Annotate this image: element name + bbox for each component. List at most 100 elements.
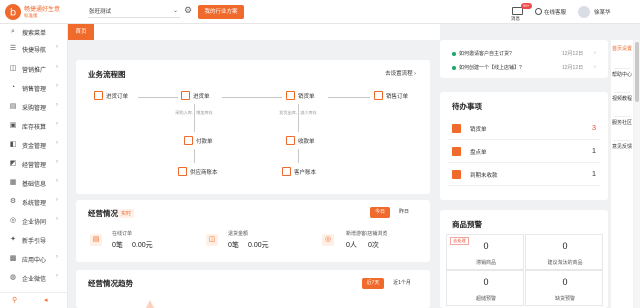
avatar[interactable] [578,6,590,18]
company-select[interactable]: 张旺测试 ⌄ [88,7,180,18]
warning-label: 滞销商品 [475,260,496,266]
stat-amount: 0.00元 [132,242,153,249]
svg-text:b: b [10,8,16,19]
shortcut-icon: ☰ [9,45,17,52]
scrollbar-thumb[interactable] [635,42,639,102]
chevron-right-icon[interactable]: › [594,50,596,56]
flow-node-customer-ledger[interactable]: 客户账本 [282,167,316,179]
sidebar-item-collaboration[interactable]: ◎ 企业协同 › [0,213,68,230]
todo-item[interactable]: 盘点单 1 [448,141,600,163]
sidebar-item-wechat[interactable]: ◍ 企业微信 › [0,270,68,287]
messages-label[interactable]: 消息 [511,16,520,22]
sidebar-item-label: 采购管理 [22,106,47,112]
company-name: 张旺测试 [89,9,112,15]
online-service-link[interactable]: 在线客服 [544,8,566,16]
industry-solution-button[interactable]: 我的行业方案 [198,5,244,19]
flow-connector [298,149,299,163]
headset-icon[interactable] [535,8,542,15]
sidebar-item-search[interactable]: ⌕ 搜索菜单 [0,24,68,41]
flow-settings-link[interactable]: 去设置流程 › [385,69,416,77]
flow-node-sales-out[interactable]: 销货单 [286,91,315,103]
sidebar-item-purchase[interactable]: ▤ 采购管理 › [0,99,68,116]
flow-node-label: 供应商账本 [190,170,218,176]
collapse-icon[interactable]: ◂ [44,296,48,304]
yesterday-toggle[interactable]: 昨日 [394,207,414,218]
flow-node-payment[interactable]: 付款单 [184,136,213,148]
sidebar-item-guide[interactable]: ✦ 新手引导 [0,232,68,249]
network-icon: ◎ [9,217,17,224]
sidebar-item-inventory[interactable]: ▣ 库存核算 › [0,118,68,135]
notice-item[interactable]: 如何创建一个【线上店铺】? [452,64,522,71]
tab-home[interactable]: 首页 [68,24,94,40]
warning-label: 超储预警 [475,296,496,302]
gear-icon: ⚙ [9,198,17,205]
page-scrollbar[interactable] [634,40,640,308]
chevron-right-icon: › [56,102,58,108]
warning-eliminate[interactable]: 0 建议淘汰的商品 [525,234,603,270]
order-icon: ▤ [90,234,102,246]
gear-icon[interactable]: ⚙ [184,6,193,15]
todo-item[interactable]: 销货单 3 [448,118,600,140]
status-title: 经营情况 [88,209,118,218]
chevron-right-icon: › [56,121,58,127]
sidebar-item-operations[interactable]: ◩ 经营管理 › [0,156,68,173]
brand-name: 畅捷通好生意 [24,7,61,13]
username[interactable]: 徐某华 [594,8,611,16]
notice-date: 12月12日 [562,65,584,71]
cart-icon: ▤ [9,103,17,110]
sidebar-item-funds[interactable]: ◧ 资金管理 › [0,137,68,154]
warning-title: 商品预警 [452,220,482,229]
ledger-icon [178,167,187,177]
flow-connector [298,104,299,132]
flow-node-purchase-order[interactable]: 进货订单 [94,91,128,103]
sidebar-item-apps[interactable]: ▩ 应用中心 › [0,251,68,268]
one-month-toggle[interactable]: 近1个月 [388,278,416,289]
rail-help-center[interactable]: 帮助中心 [611,72,633,92]
chevron-right-icon: › [56,140,58,146]
sidebar-item-shortcuts[interactable]: ☰ 快捷导航 › [0,41,68,58]
rail-home-settings[interactable]: 首页设置 [611,46,633,66]
todo-count: 1 [591,169,596,178]
warning-overstock[interactable]: 0 超储预警 [446,270,524,306]
pin-icon[interactable]: ⚲ [12,296,17,304]
notice-date: 12月12日 [562,51,584,57]
todo-title: 待办事项 [452,102,482,111]
seven-days-toggle[interactable]: 近7天 [362,278,384,289]
todo-item[interactable]: 到期未收款 1 [448,164,600,186]
chevron-down-icon: ⌄ [172,8,178,14]
sidebar-item-system[interactable]: ⚙ 系统管理 › [0,194,68,211]
flow-node-label: 收款单 [298,139,315,145]
stat-label: 在线订单 [112,231,133,237]
rail-service-community[interactable]: 服务社区 [611,120,633,140]
todo-count: 3 [591,123,596,132]
flow-connector [194,149,195,163]
rail-feedback[interactable]: 意见反馈 [611,144,633,164]
rail-divider [614,116,630,117]
top-bar: b 畅捷通好生意 标准版 张旺测试 ⌄ ⚙ 我的行业方案 99+ 消息 在线客服… [0,0,640,24]
chevron-right-icon: › [56,273,58,279]
sidebar-item-label: 企业微信 [22,277,47,283]
flow-node-sales-order[interactable]: 销售订单 [374,91,408,103]
wallet-icon: ◧ [9,141,17,148]
clipboard-icon [452,124,461,133]
flow-node-supplier-ledger[interactable]: 供应商账本 [178,167,218,179]
warning-out-of-stock[interactable]: 0 缺货预警 [525,270,603,306]
realtime-badge: 实时 [118,209,135,218]
flow-node-purchase-in[interactable]: 进货单 [181,91,210,103]
document-icon [181,91,190,101]
notice-item[interactable]: 如何邀请客户自主订货? [452,50,512,57]
message-badge: 99+ [521,3,532,9]
sidebar-item-marketing[interactable]: ◫ 营销推广 › [0,61,68,78]
warning-slow-moving[interactable]: 去处理 0 滞销商品 [446,234,524,270]
sidebar-item-basic-info[interactable]: ▦ 基础信息 › [0,175,68,192]
chevron-right-icon[interactable]: › [594,64,596,70]
flow-node-label: 销售订单 [386,94,409,100]
notice-card: 如何邀请客户自主订货? 12月12日 › 如何创建一个【线上店铺】? 12月12… [440,40,608,78]
sidebar-item-label: 销售管理 [22,87,47,93]
database-icon: ▦ [9,179,17,186]
rail-video-tutorial[interactable]: 视频教程 [611,96,633,116]
sidebar-item-sales[interactable]: ◔ 销售管理 › [0,80,68,97]
flow-node-receipt[interactable]: 收款单 [286,136,315,148]
today-toggle[interactable]: 今日 [370,207,390,218]
sidebar-item-label: 系统管理 [22,201,47,207]
